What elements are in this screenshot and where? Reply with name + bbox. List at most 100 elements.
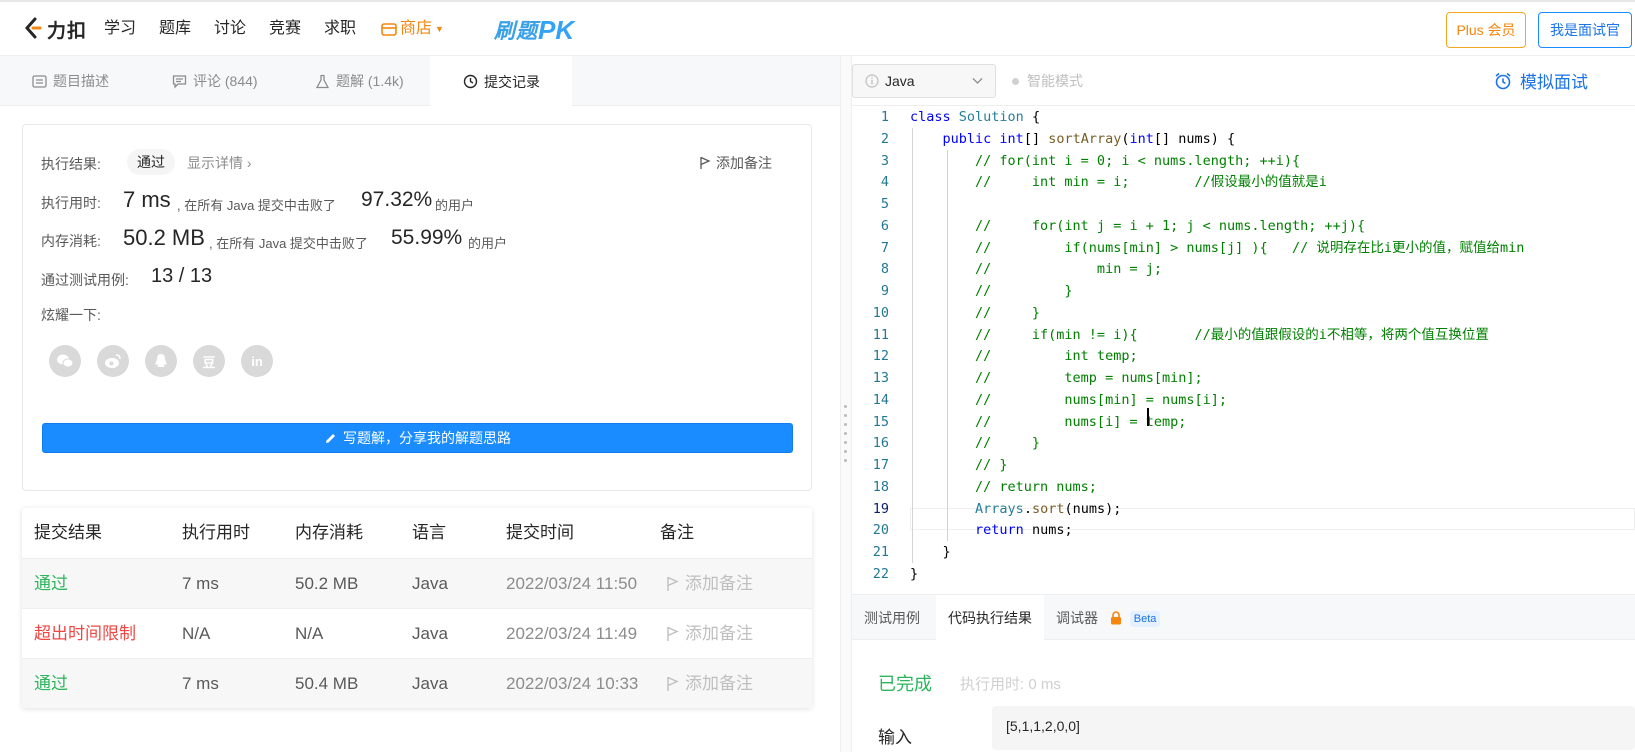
flask-icon [315, 74, 330, 88]
code-token: // } [910, 283, 1073, 299]
line-number: 11 [872, 326, 889, 343]
row-language: Java [412, 674, 448, 693]
weibo-icon[interactable] [97, 345, 129, 377]
plus-member-button[interactable]: Plus 会员 [1446, 12, 1526, 48]
code-token: . [1023, 500, 1032, 517]
tab-solutions[interactable]: 题解 (1.4k) [315, 56, 404, 106]
row-runtime: 7 ms [182, 574, 219, 593]
panel-resize-handle[interactable] [840, 56, 852, 752]
tab-debugger[interactable]: 调试器 Beta [1056, 595, 1161, 641]
code-token: // nums[i] = temp; [910, 413, 1187, 430]
code-token: // return nums; [910, 478, 1097, 495]
code-line[interactable]: // temp = nums[min]; [910, 367, 1203, 389]
code-line[interactable]: // if(nums[min] > nums[j] ){ // 说明存在比i更小… [910, 237, 1524, 259]
tab-submissions[interactable]: 提交记录 [430, 56, 572, 107]
testcases-value: 13 / 13 [151, 265, 213, 287]
code-token: [] nums) { [1153, 130, 1236, 147]
smart-mode-toggle[interactable]: 智能模式 [1012, 71, 1083, 91]
code-token: sortArray [1048, 130, 1122, 147]
row-result[interactable]: 超出时间限制 [34, 609, 136, 659]
console-tab-bar: 测试用例 代码执行结果 调试器 Beta [852, 594, 1635, 641]
col-header-language: 语言 [412, 523, 446, 542]
code-line[interactable]: Arrays.sort(nums); [910, 498, 1121, 520]
nav-problems[interactable]: 题库 [159, 18, 191, 40]
code-line[interactable]: // } [910, 302, 1040, 324]
chevron-down-icon [972, 78, 983, 84]
add-note-button[interactable]: 添加备注 [699, 153, 772, 173]
line-number: 13 [872, 370, 889, 386]
wechat-icon[interactable] [49, 345, 81, 377]
nav-learn[interactable]: 学习 [104, 18, 136, 40]
code-line[interactable]: // for(int j = i + 1; j < nums.length; +… [910, 215, 1365, 237]
row-add-note[interactable]: 添加备注 [666, 559, 753, 609]
nav-store[interactable]: 商店 ▼ [381, 18, 444, 40]
submission-summary-card: 执行结果: 通过 显示详情 › 添加备注 执行用时: 7 ms , 在所有 Ja… [22, 124, 812, 491]
linkedin-icon[interactable]: in [241, 345, 273, 377]
code-line[interactable]: // nums[i] = temp; [910, 411, 1186, 433]
table-row[interactable]: 超出时间限制 N/A N/A Java 2022/03/24 11:49 添加备… [22, 608, 812, 658]
row-add-note[interactable]: 添加备注 [666, 609, 753, 659]
code-line[interactable]: // for(int i = 0; i < nums.length; ++i){ [910, 150, 1300, 172]
text-cursor [1147, 408, 1149, 426]
row-result[interactable]: 通过 [34, 559, 68, 609]
code-line[interactable]: // int temp; [910, 345, 1138, 367]
code-token: int [999, 130, 1024, 147]
mock-interview-button[interactable]: 模拟面试 [1494, 68, 1588, 93]
code-line[interactable]: // } [910, 280, 1073, 302]
code-line[interactable]: // } [910, 432, 1040, 454]
tab-testcase[interactable]: 测试用例 [864, 595, 920, 641]
pk-banner[interactable]: 刷题 PK [494, 14, 574, 46]
interviewer-button[interactable]: 我是面试官 [1538, 12, 1632, 48]
code-editor[interactable]: 1 2 3 4 5 6 7 8 9 10 11 12 13 14 15 16 17 18 19 20 21 22 clas… [852, 106, 1635, 594]
code-token: { [1023, 109, 1041, 125]
table-row[interactable]: 通过 7 ms 50.4 MB Java 2022/03/24 10:33 添加… [22, 658, 812, 708]
clock-icon [463, 74, 478, 89]
code-line[interactable]: public int[] sortArray(int[] nums) { [910, 128, 1236, 150]
code-line[interactable]: return nums; [910, 519, 1073, 541]
row-result[interactable]: 通过 [34, 659, 68, 709]
tab-description[interactable]: 题目描述 [32, 56, 109, 106]
tab-submissions-label: 提交记录 [484, 73, 540, 90]
code-token: int [1129, 130, 1154, 147]
nav-jobs[interactable]: 求职 [324, 18, 356, 40]
code-line[interactable]: // return nums; [910, 476, 1097, 498]
doc-icon [32, 74, 47, 88]
nav-contest[interactable]: 竞赛 [269, 18, 301, 40]
col-header-runtime: 执行用时 [182, 523, 250, 542]
editor-toolbar: Java 智能模式 模拟面试 [852, 56, 1635, 106]
qq-icon[interactable] [145, 345, 177, 377]
code-line[interactable]: // int min = i; //假设最小的值就是i [910, 171, 1327, 193]
code-token: Arrays [975, 500, 1024, 517]
code-token: // } [910, 457, 1008, 473]
nav-discuss[interactable]: 讨论 [214, 18, 246, 40]
row-runtime: 7 ms [182, 674, 219, 693]
code-token: // if(min != i){ //最小的值跟假设的i不相等，将两个值互换位置 [910, 326, 1489, 343]
pencil-icon [326, 433, 335, 443]
tab-run-result[interactable]: 代码执行结果 [936, 595, 1044, 641]
code-line[interactable]: class Solution { [910, 106, 1040, 128]
result-status-badge: 通过 [127, 149, 175, 175]
code-line[interactable]: // if(min != i){ //最小的值跟假设的i不相等，将两个值互换位置 [910, 324, 1489, 346]
code-line[interactable]: } [910, 563, 918, 585]
write-solution-button[interactable]: 写题解，分享我的解题思路 [42, 423, 793, 453]
leetcode-logo[interactable]: 力扣 [22, 15, 87, 43]
douban-icon[interactable]: 豆 [193, 345, 225, 377]
language-select[interactable]: Java [852, 64, 996, 98]
code-line[interactable]: } [910, 541, 951, 563]
tab-comments[interactable]: 评论 (844) [172, 56, 258, 106]
table-row[interactable]: 通过 7 ms 50.2 MB Java 2022/03/24 11:50 添加… [22, 558, 812, 608]
mock-interview-label: 模拟面试 [1520, 73, 1588, 92]
memory-beat-text: , 在所有 Java 提交中击败了 [209, 236, 368, 251]
code-token: } [910, 544, 951, 560]
row-add-note[interactable]: 添加备注 [666, 659, 753, 709]
flag-icon [667, 626, 679, 641]
line-number: 3 [880, 152, 889, 169]
row-language: Java [412, 624, 448, 643]
row-add-note-label: 添加备注 [685, 624, 753, 643]
code-line[interactable]: // nums[min] = nums[i]; [910, 389, 1227, 411]
code-line[interactable]: // } [910, 454, 1008, 476]
show-details-link[interactable]: 显示详情 › [187, 153, 252, 173]
row-language: Java [412, 574, 448, 593]
line-number: 18 [872, 478, 889, 495]
row-memory: N/A [295, 624, 324, 643]
